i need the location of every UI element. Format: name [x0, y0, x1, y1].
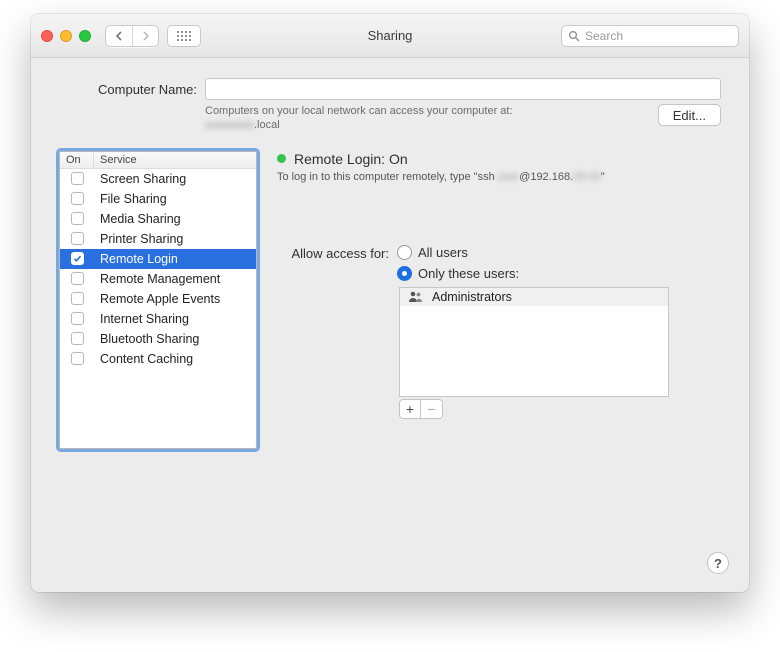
service-name: Content Caching [94, 352, 256, 366]
group-icon [408, 289, 424, 305]
add-remove-controls: + − [399, 399, 721, 419]
add-user-button[interactable]: + [399, 399, 421, 419]
login-instruction: To log in to this computer remotely, typ… [277, 171, 721, 183]
service-name: Internet Sharing [94, 312, 256, 326]
list-item[interactable]: Administrators [400, 288, 668, 306]
checkmark-icon [73, 254, 82, 263]
redacted-username: user [498, 171, 519, 183]
sharing-preferences-window: Sharing Computer Name: Computers on your… [31, 14, 749, 592]
titlebar: Sharing [31, 14, 749, 58]
computer-name-section: Computer Name: Computers on your local n… [31, 58, 749, 151]
radio-only-these-users-label: Only these users: [418, 266, 519, 281]
zoom-window-button[interactable] [79, 30, 91, 42]
service-row[interactable]: Content Caching [60, 349, 256, 369]
edit-hostname-button[interactable]: Edit... [658, 104, 721, 126]
service-checkbox[interactable] [71, 292, 84, 305]
service-row[interactable]: Media Sharing [60, 209, 256, 229]
service-name: Remote Apple Events [94, 292, 256, 306]
allow-access-label: Allow access for: [277, 245, 389, 261]
redacted-ip-suffix: 00.00 [573, 171, 601, 183]
service-checkbox[interactable] [71, 192, 84, 205]
service-name: Screen Sharing [94, 172, 256, 186]
col-header-on[interactable]: On [60, 152, 94, 168]
service-row[interactable]: Remote Management [60, 269, 256, 289]
service-checkbox[interactable] [71, 172, 84, 185]
service-row[interactable]: Remote Apple Events [60, 289, 256, 309]
service-name: Remote Management [94, 272, 256, 286]
close-window-button[interactable] [41, 30, 53, 42]
computer-name-hint: Computers on your local network can acce… [205, 104, 648, 133]
nav-back-forward [105, 25, 159, 47]
chevron-right-icon [141, 31, 150, 41]
service-checkbox[interactable] [71, 312, 84, 325]
search-field[interactable] [561, 25, 739, 47]
status-indicator-icon [277, 154, 286, 163]
show-all-button[interactable] [167, 25, 201, 47]
window-controls [41, 30, 91, 42]
service-checkbox[interactable] [71, 272, 84, 285]
service-row[interactable]: Screen Sharing [60, 169, 256, 189]
service-checkbox[interactable] [71, 352, 84, 365]
service-checkbox[interactable] [71, 212, 84, 225]
radio-icon [397, 266, 412, 281]
computer-name-label: Computer Name: [59, 82, 197, 97]
back-button[interactable] [106, 26, 132, 46]
remove-user-button[interactable]: − [421, 399, 443, 419]
search-input[interactable] [585, 29, 732, 43]
service-detail: Remote Login: On To log in to this compu… [277, 151, 721, 449]
radio-icon [397, 245, 412, 260]
status-text: Remote Login: On [294, 151, 408, 167]
radio-only-these-users[interactable]: Only these users: [397, 266, 519, 281]
service-row[interactable]: Remote Login [60, 249, 256, 269]
search-icon [568, 30, 580, 42]
minimize-window-button[interactable] [60, 30, 72, 42]
computer-name-input[interactable] [205, 78, 721, 100]
redacted-hostname: aaaaaaaa [205, 119, 254, 131]
service-row[interactable]: Printer Sharing [60, 229, 256, 249]
services-table-header: On Service [60, 152, 256, 169]
main-content: On Service Screen Sharing File Sharing Med… [31, 151, 749, 467]
service-name: Remote Login [94, 252, 256, 266]
services-table-body: Screen Sharing File Sharing Media Sharing P… [60, 169, 256, 448]
service-name: Bluetooth Sharing [94, 332, 256, 346]
service-row[interactable]: File Sharing [60, 189, 256, 209]
forward-button[interactable] [132, 26, 158, 46]
service-name: Media Sharing [94, 212, 256, 226]
col-header-service[interactable]: Service [94, 152, 256, 168]
allowed-users-list[interactable]: Administrators [399, 287, 669, 397]
grid-icon [177, 31, 191, 41]
chevron-left-icon [115, 31, 124, 41]
service-checkbox[interactable] [71, 252, 84, 265]
help-button[interactable]: ? [707, 552, 729, 574]
service-row[interactable]: Bluetooth Sharing [60, 329, 256, 349]
service-row[interactable]: Internet Sharing [60, 309, 256, 329]
service-name: Printer Sharing [94, 232, 256, 246]
service-name: File Sharing [94, 192, 256, 206]
service-checkbox[interactable] [71, 232, 84, 245]
radio-all-users[interactable]: All users [397, 245, 519, 260]
user-name: Administrators [432, 290, 512, 304]
service-checkbox[interactable] [71, 332, 84, 345]
radio-all-users-label: All users [418, 245, 468, 260]
services-table[interactable]: On Service Screen Sharing File Sharing Med… [59, 151, 257, 449]
